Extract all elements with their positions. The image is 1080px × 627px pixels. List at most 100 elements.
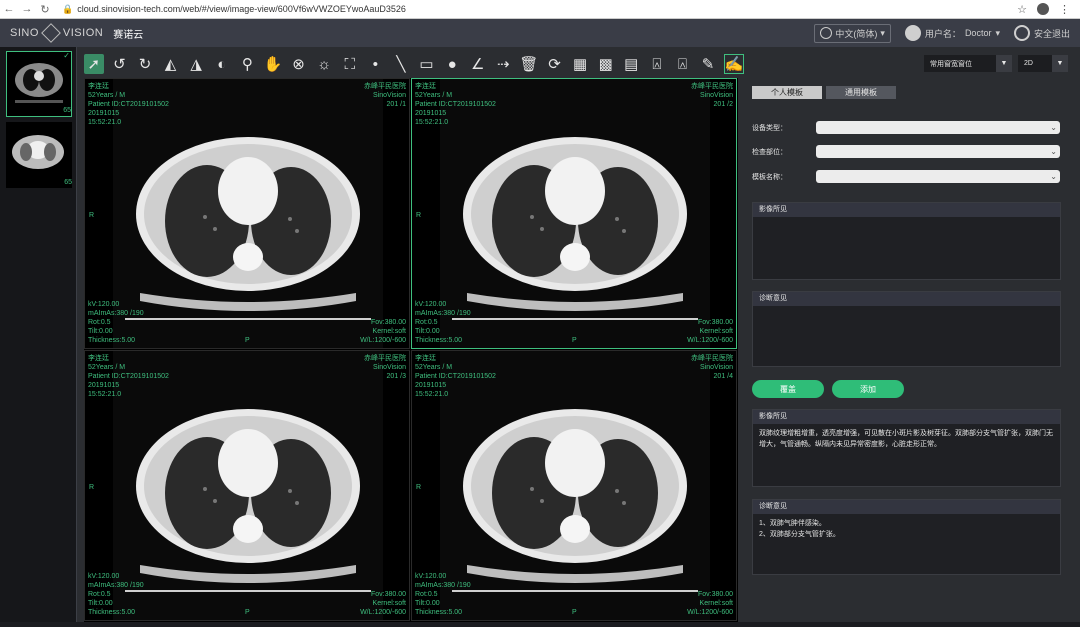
- chevron-down-icon: ▾: [995, 27, 1000, 38]
- logout-button[interactable]: 安全退出: [1013, 25, 1070, 41]
- report-impression-text[interactable]: 1、双肺气肿伴感染。 2、双肺部分支气管扩张。: [753, 514, 1060, 544]
- logout-label: 安全退出: [1033, 28, 1070, 39]
- series-thumbnail-strip: ✓ 65 65: [0, 47, 77, 622]
- patient-id: Patient ID:CT2019101502: [415, 101, 496, 108]
- orientation-marker-posterior: P: [572, 337, 577, 344]
- tilt-value: Tilt:0.00: [88, 600, 113, 607]
- ct-thumbnail-image: [15, 63, 63, 103]
- tab-common-template[interactable]: 通用模板: [826, 86, 896, 99]
- template-tabs: 个人模板 通用模板: [752, 86, 896, 99]
- report-document-icon[interactable]: ▤: [621, 54, 641, 74]
- series-thumbnail-1[interactable]: ✓ 65: [6, 51, 72, 117]
- pan-hand-icon[interactable]: ✋: [263, 54, 283, 74]
- back-icon[interactable]: ←: [0, 3, 18, 15]
- template-impression-content[interactable]: [753, 306, 1060, 314]
- stamp-alt-icon[interactable]: ⍓: [673, 54, 693, 74]
- impression-line: 1、双肺气肿伴感染。: [759, 520, 826, 527]
- thickness-value: Thickness:5.00: [415, 609, 463, 616]
- profile-icon[interactable]: [1037, 3, 1049, 15]
- menu-kebab-icon[interactable]: ⋮: [1059, 3, 1070, 16]
- viewport-3[interactable]: 李连廷 52Years / M Patient ID:CT2019101502 201…: [84, 350, 410, 621]
- angle-icon[interactable]: ∠: [468, 54, 488, 74]
- tab-personal-template[interactable]: 个人模板: [752, 86, 822, 99]
- series-thumbnail-2[interactable]: 65: [6, 122, 72, 188]
- logo-text-right: VISION: [62, 27, 104, 39]
- thickness-value: Thickness:5.00: [415, 337, 463, 344]
- stamp-icon[interactable]: ⍓: [647, 54, 667, 74]
- study-time: 15:52:21.0: [88, 119, 122, 126]
- add-button[interactable]: 添加: [832, 380, 904, 398]
- window-preset-select[interactable]: 常用窗宽窗位 ▼: [924, 55, 1012, 72]
- rot-value: Rot:0.5: [88, 319, 111, 326]
- overlay-acquisition-info: kV:120.00 mAImAs:380 /190 Rot:0.5 Tilt:0.00…: [415, 572, 471, 617]
- mas-value: mAImAs:380 /190: [415, 310, 471, 317]
- zoom-icon[interactable]: ⚲: [238, 54, 258, 74]
- slice-index: 201 /2: [713, 101, 733, 108]
- device-type-select[interactable]: ⌄: [816, 121, 1060, 134]
- user-menu[interactable]: 用户名： Doctor ▾: [904, 25, 1000, 41]
- reload-icon[interactable]: ↻: [36, 3, 54, 16]
- overlay-acquisition-info: kV:120.00 mAImAs:380 /190 Rot:0.5 Tilt:0.00…: [88, 572, 144, 617]
- ellipse-icon[interactable]: ●: [442, 54, 462, 74]
- language-select[interactable]: 中文(简体) ▾: [814, 23, 891, 43]
- orientation-marker-right: R: [416, 212, 422, 219]
- fov-value: Fov:380.00: [370, 591, 406, 598]
- overlay-patient-info: 李连廷 52Years / M Patient ID:CT2019101502 201…: [415, 82, 496, 127]
- layout-grid-icon[interactable]: ▩: [596, 54, 616, 74]
- tilt-value: Tilt:0.00: [415, 328, 440, 335]
- arrow-icon[interactable]: ⇢: [494, 54, 514, 74]
- template-findings-content[interactable]: [753, 217, 1060, 225]
- clear-brush-icon[interactable]: ✎: [698, 54, 718, 74]
- viewport-2[interactable]: 李连廷 52Years / M Patient ID:CT2019101502 201…: [411, 78, 737, 349]
- point-icon[interactable]: •: [366, 54, 386, 74]
- fov-value: Fov:380.00: [697, 591, 733, 598]
- line-icon[interactable]: ╲: [391, 54, 411, 74]
- kernel-value: Kernel:soft: [372, 600, 406, 607]
- kv-value: kV:120.00: [415, 573, 447, 580]
- overlay-display-info: Fov:380.00 Kernel:soft W/L:1200/-600: [687, 590, 733, 617]
- overwrite-button[interactable]: 覆盖: [752, 380, 824, 398]
- rotate-left-icon[interactable]: ↺: [110, 54, 130, 74]
- reset-icon[interactable]: ⟳: [545, 54, 565, 74]
- rotate-right-icon[interactable]: ↻: [135, 54, 155, 74]
- ct-thumbnail-image: [12, 135, 64, 169]
- bottom-strip: [0, 622, 1080, 627]
- window-level-value: W/L:1200/-600: [360, 337, 406, 344]
- study-date: 20191015: [88, 110, 120, 117]
- rectangle-icon[interactable]: ▭: [417, 54, 437, 74]
- fit-to-window-icon[interactable]: ⛶: [340, 54, 360, 74]
- forward-icon[interactable]: →: [18, 3, 36, 15]
- overlay-display-info: Fov:380.00 Kernel:soft W/L:1200/-600: [360, 590, 406, 617]
- magnify-loupe-icon[interactable]: ⊗: [289, 54, 309, 74]
- edit-report-icon[interactable]: ✍: [723, 54, 744, 74]
- chevron-down-icon: ▼: [996, 55, 1012, 72]
- template-name-label: 模板名称：: [752, 173, 787, 181]
- patient-age-sex: 52Years / M: [415, 364, 453, 371]
- flip-horizontal-icon[interactable]: ◭: [161, 54, 181, 74]
- patient-name: 李连廷: [415, 83, 436, 90]
- body-part-label: 检查部位：: [752, 148, 787, 156]
- window-level-icon[interactable]: ☼: [314, 54, 334, 74]
- delete-icon[interactable]: 🗑: [519, 54, 539, 74]
- viewport-1[interactable]: 李连廷 52Years / M Patient ID:CT2019101502 201…: [84, 78, 410, 349]
- layout-grid-3x3-icon[interactable]: ▦: [570, 54, 590, 74]
- pointer-tool-icon[interactable]: ➚: [84, 54, 104, 74]
- rot-value: Rot:0.5: [415, 591, 438, 598]
- viewport-4[interactable]: 李连廷 52Years / M Patient ID:CT2019101502 201…: [411, 350, 737, 621]
- user-avatar-icon: [904, 25, 921, 41]
- bookmark-star-icon[interactable]: ☆: [1017, 3, 1027, 16]
- device-type-row: 设备类型： ⌄: [752, 121, 1060, 134]
- vendor-name: SinoVision: [700, 364, 733, 371]
- invert-icon[interactable]: ◐: [212, 54, 232, 74]
- overlay-acquisition-info: kV:120.00 mAImAs:380 /190 Rot:0.5 Tilt:0.00…: [415, 300, 471, 345]
- view-mode-select[interactable]: 2D ▼: [1018, 55, 1068, 72]
- template-name-select[interactable]: ⌄: [816, 170, 1060, 183]
- overlay-acquisition-info: kV:120.00 mAImAs:380 /190 Rot:0.5 Tilt:0.00…: [88, 300, 144, 345]
- report-findings-text[interactable]: 双肺纹理增粗增重，透亮度增强，可见散在小斑片影及树芽征。双肺部分支气管扩张，双肺…: [753, 424, 1060, 454]
- body-part-select[interactable]: ⌄: [816, 145, 1060, 158]
- flip-vertical-icon[interactable]: ◮: [186, 54, 206, 74]
- overlay-display-info: Fov:380.00 Kernel:soft W/L:1200/-600: [360, 318, 406, 345]
- url-text[interactable]: cloud.sinovision-tech.com/web/#/view/ima…: [77, 4, 406, 14]
- study-time: 15:52:21.0: [415, 391, 449, 398]
- vendor-name: SinoVision: [373, 364, 406, 371]
